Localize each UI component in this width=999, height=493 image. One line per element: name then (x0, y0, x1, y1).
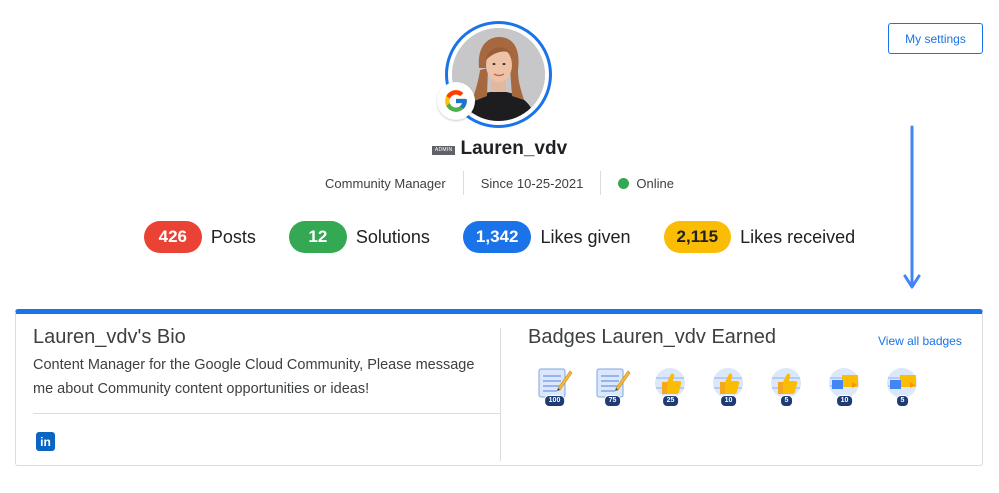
my-settings-button[interactable]: My settings (888, 23, 983, 54)
stat-solutions: 12 Solutions (288, 221, 430, 253)
bio-divider (33, 413, 500, 414)
badge-count: 100 (543, 395, 566, 407)
solutions-count-badge: 12 (288, 221, 347, 253)
posts-label: Posts (210, 226, 256, 247)
like-badge-icon[interactable]: 10 (710, 366, 747, 407)
badge-count: 5 (779, 395, 794, 407)
post-badge-icon[interactable]: 100 (536, 366, 573, 407)
likes-given-count-badge: 1,342 (462, 221, 532, 253)
since-date: 10-25-2021 (516, 175, 584, 191)
profile-name-row: ADMIN Lauren_vdv (0, 137, 999, 161)
role-label: Community Manager (325, 175, 446, 191)
admin-rank-tag: ADMIN (431, 146, 456, 155)
like-badge-icon[interactable]: 25 (652, 366, 689, 407)
bio-title: Lauren_vdv's Bio (33, 326, 186, 348)
online-status: Online (601, 171, 691, 195)
badge-count: 75 (603, 395, 622, 407)
badge-count: 25 (661, 395, 680, 407)
likes-received-label: Likes received (740, 226, 856, 247)
stat-likes-received: 2,115 Likes received (663, 221, 856, 253)
bio-section: Lauren_vdv's Bio Content Manager for the… (33, 326, 500, 401)
arrow-down-icon (903, 125, 921, 289)
stats-row: 426 Posts 12 Solutions 1,342 Likes given… (0, 220, 999, 254)
linkedin-icon[interactable]: in (36, 432, 55, 451)
profile-card: Lauren_vdv's Bio Content Manager for the… (15, 309, 983, 466)
status-label: Online (636, 175, 674, 191)
likes-received-count-badge: 2,115 (663, 221, 732, 253)
badges-title: Badges Lauren_vdv Earned (528, 326, 776, 348)
likes-given-label: Likes given (540, 226, 631, 247)
post-badge-icon[interactable]: 75 (594, 366, 631, 407)
solutions-label: Solutions (355, 226, 430, 247)
since-label: Since (480, 175, 514, 191)
posts-count-badge: 426 (143, 221, 202, 253)
online-dot-icon (618, 177, 630, 189)
badge-count: 5 (895, 395, 910, 407)
solution-badge-icon[interactable]: 5 (884, 366, 921, 407)
stat-posts: 426 Posts (143, 221, 256, 253)
view-all-badges-link[interactable]: View all badges (878, 334, 962, 348)
google-logo-icon (437, 82, 475, 120)
column-divider (500, 328, 501, 461)
badge-count: 10 (835, 395, 854, 407)
username: Lauren_vdv (460, 138, 568, 159)
badges-list: 100 75 25 10 5 10 5 (536, 366, 921, 407)
stat-likes-given: 1,342 Likes given (462, 221, 631, 253)
solution-badge-icon[interactable]: 10 (826, 366, 863, 407)
profile-meta-row: Community Manager Since 10-25-2021 Onlin… (0, 171, 999, 195)
badge-count: 10 (719, 395, 738, 407)
like-badge-icon[interactable]: 5 (768, 366, 805, 407)
bio-text: Content Manager for the Google Cloud Com… (33, 357, 475, 397)
member-since: Since 10-25-2021 (464, 171, 601, 195)
